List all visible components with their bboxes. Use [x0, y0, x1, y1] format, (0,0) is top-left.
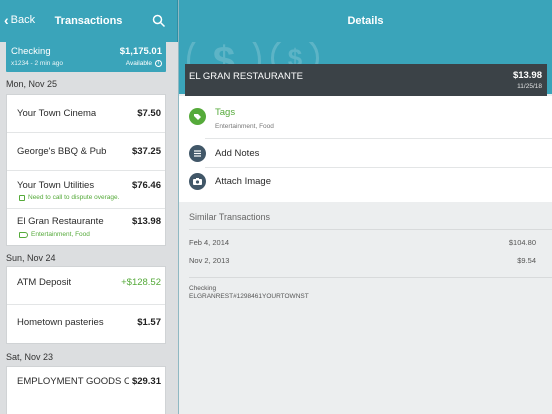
divider [189, 277, 552, 278]
transactions-pane: ‹ Back Transactions Checking $1,175.01 x… [0, 0, 178, 414]
list-item[interactable]: EMPLOYMENT GOODS O... $29.31 [7, 367, 165, 405]
transaction-note: Need to call to dispute overage. [19, 194, 119, 201]
list-item[interactable]: El Gran Restaurante $13.98 Entertainment… [7, 209, 165, 247]
transaction-title: Your Town Cinema [17, 108, 97, 119]
details-navbar: Details [179, 0, 552, 42]
info-icon[interactable]: i [155, 60, 162, 67]
tag-icon [19, 231, 28, 238]
tags-text: Entertainment, Food [31, 231, 90, 238]
transaction-list: ATM Deposit +$128.52 Hometown pasteries … [6, 266, 166, 344]
transaction-title: EMPLOYMENT GOODS O... [17, 376, 129, 387]
transaction-list: EMPLOYMENT GOODS O... $29.31 [6, 366, 166, 414]
account-subtitle: x1234 - 2 min ago [11, 60, 64, 67]
transactions-navbar: ‹ Back Transactions [0, 0, 178, 42]
tags-value: Entertainment, Food [215, 123, 274, 130]
camera-icon [189, 172, 206, 190]
tag-icon [189, 107, 206, 125]
transaction-amount: $29.31 [131, 376, 161, 387]
account-balance: $1,175.01 [119, 46, 162, 57]
transaction-amount: $76.46 [131, 180, 161, 191]
similar-date: Nov 2, 2013 [189, 256, 230, 265]
transaction-tags: Entertainment, Food [19, 231, 90, 238]
available-label: Available [125, 60, 152, 67]
similar-amount: $9.54 [517, 256, 536, 265]
page-title: Transactions [54, 15, 123, 27]
list-item[interactable]: Your Town Utilities $76.46 Need to call … [7, 171, 165, 209]
actions-panel: Tags Entertainment, Food Add Notes Attac… [179, 96, 552, 202]
tags-row[interactable]: Tags Entertainment, Food [189, 102, 544, 130]
similar-date: Feb 4, 2014 [189, 238, 230, 247]
notes-icon [189, 144, 206, 162]
note-text: Need to call to dispute overage. [28, 194, 120, 201]
transaction-title: Your Town Utilities [17, 180, 95, 191]
divider [189, 229, 552, 230]
similar-row[interactable]: Feb 4, 2014 $104.80 [189, 238, 536, 258]
transaction-title: ATM Deposit [17, 277, 72, 288]
similar-amount: $104.80 [508, 238, 536, 247]
details-title: Details [347, 15, 384, 27]
transaction-amount: +$128.52 [121, 277, 161, 288]
transaction-amount: $13.98 [131, 216, 161, 227]
transaction-date: 11/25/18 [517, 83, 542, 90]
search-icon[interactable] [152, 14, 166, 28]
account-name: Checking [11, 46, 51, 57]
transaction-amount: $13.98 [512, 70, 542, 81]
transaction-title: George's BBQ & Pub [17, 146, 107, 157]
transaction-amount: $7.50 [137, 108, 161, 119]
list-item[interactable]: Your Town Cinema $7.50 [7, 95, 165, 133]
list-item[interactable]: George's BBQ & Pub $37.25 [7, 133, 165, 171]
add-notes-label: Add Notes [215, 147, 260, 159]
raw-description: ELGRANREST#1298461YOURTOWNST [189, 293, 309, 300]
list-item[interactable]: Hometown pasteries $1.57 [7, 305, 165, 343]
list-item[interactable]: ATM Deposit +$128.52 [7, 267, 165, 305]
date-header: Sat, Nov 23 [6, 352, 54, 362]
similar-row[interactable]: Nov 2, 2013 $9.54 [189, 256, 536, 276]
account-name-detail: Checking [189, 285, 217, 292]
transaction-amount: $37.25 [131, 146, 161, 157]
transaction-title: Hometown pasteries [17, 317, 104, 328]
account-card[interactable]: Checking $1,175.01 x1234 - 2 min ago Ava… [6, 41, 166, 72]
add-notes-button[interactable]: Add Notes [189, 139, 544, 167]
details-pane: Details $ $ EL GRAN RESTAURANTE $13.98 1… [179, 0, 552, 414]
merchant-name: EL GRAN RESTAURANTE [189, 71, 304, 82]
tags-label: Tags [215, 106, 236, 118]
checkbox-icon [19, 194, 25, 201]
transaction-amount: $1.57 [137, 317, 161, 328]
transaction-banner: EL GRAN RESTAURANTE $13.98 11/25/18 [185, 64, 547, 96]
date-header: Sun, Nov 24 [6, 253, 56, 263]
transaction-title: El Gran Restaurante [17, 216, 104, 227]
available-info: Available i [126, 60, 162, 67]
transaction-list: Your Town Cinema $7.50 George's BBQ & Pu… [6, 94, 166, 246]
date-header: Mon, Nov 25 [6, 79, 58, 89]
attach-image-label: Attach Image [215, 175, 271, 187]
similar-header: Similar Transactions [189, 212, 271, 222]
attach-image-button[interactable]: Attach Image [189, 167, 544, 195]
